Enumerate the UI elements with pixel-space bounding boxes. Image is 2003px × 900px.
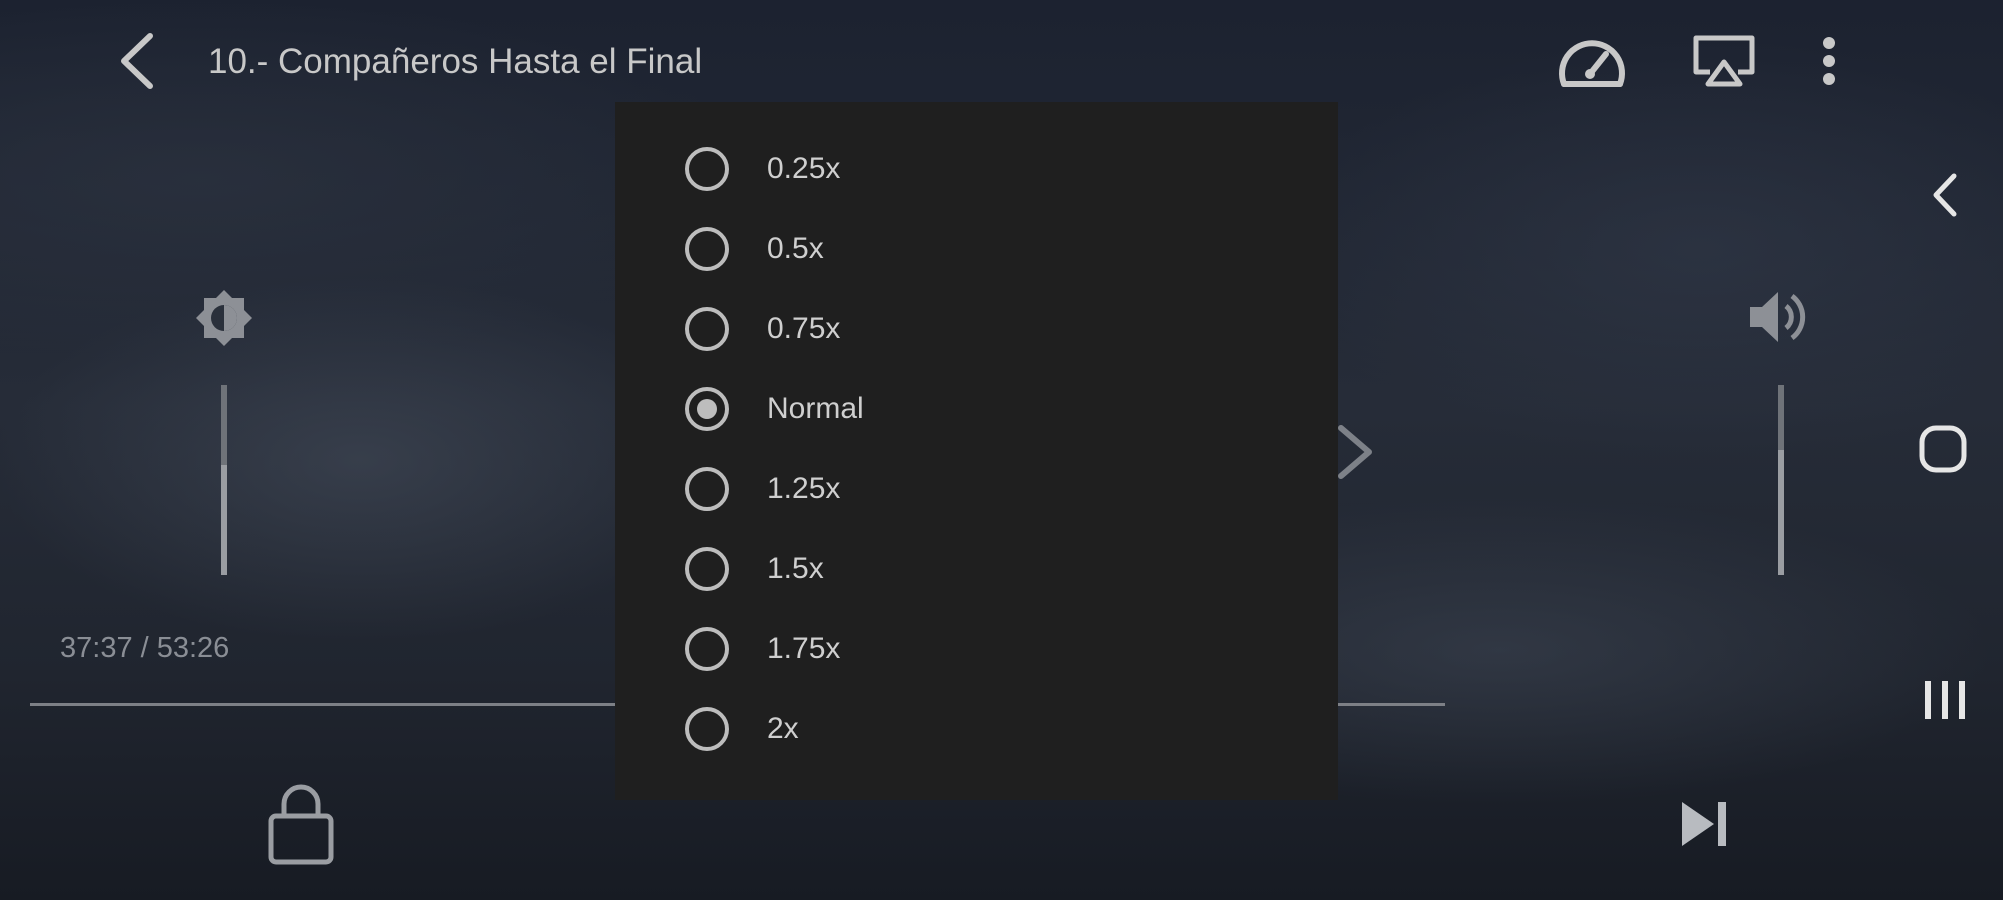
radio-button[interactable] bbox=[685, 547, 729, 591]
video-title: 10.- Compañeros Hasta el Final bbox=[208, 42, 703, 81]
speed-option-label: 0.25x bbox=[767, 152, 841, 185]
speed-option-normal[interactable]: Normal bbox=[685, 374, 1285, 454]
radio-button[interactable] bbox=[685, 707, 729, 751]
speed-option-1.25x[interactable]: 1.25x bbox=[685, 454, 1285, 534]
speed-option-1.5x[interactable]: 1.5x bbox=[685, 534, 1285, 614]
speed-option-2x[interactable]: 2x bbox=[685, 694, 1285, 774]
radio-button[interactable] bbox=[685, 307, 729, 351]
nav-recents-icon[interactable] bbox=[1922, 678, 1968, 722]
playback-time: 37:37 / 53:26 bbox=[60, 632, 230, 664]
next-chevron-icon[interactable] bbox=[1333, 424, 1377, 480]
back-arrow-icon[interactable] bbox=[112, 30, 162, 92]
radio-button[interactable] bbox=[685, 627, 729, 671]
volume-slider[interactable] bbox=[1778, 385, 1784, 575]
speed-option-label: 1.75x bbox=[767, 632, 841, 665]
video-player[interactable]: 10.- Compañeros Hasta el Final 37:37 / 5… bbox=[0, 0, 2003, 900]
radio-button[interactable] bbox=[685, 467, 729, 511]
skip-next-icon[interactable] bbox=[1678, 798, 1730, 850]
radio-button[interactable] bbox=[685, 147, 729, 191]
speed-option-label: 0.75x bbox=[767, 312, 841, 345]
speed-option-0.75x[interactable]: 0.75x bbox=[685, 294, 1285, 374]
more-vertical-icon[interactable] bbox=[1820, 36, 1838, 86]
brightness-slider[interactable] bbox=[221, 385, 227, 575]
playback-speed-icon[interactable] bbox=[1556, 32, 1628, 90]
radio-button[interactable] bbox=[685, 227, 729, 271]
nav-home-icon[interactable] bbox=[1918, 424, 1968, 474]
speed-option-1.75x[interactable]: 1.75x bbox=[685, 614, 1285, 694]
radio-selected-dot bbox=[697, 399, 717, 419]
speed-option-label: 1.5x bbox=[767, 552, 824, 585]
airplay-cast-icon[interactable] bbox=[1692, 34, 1756, 88]
lock-icon[interactable] bbox=[266, 780, 336, 866]
nav-back-icon[interactable] bbox=[1930, 170, 1960, 220]
volume-icon bbox=[1750, 292, 1806, 342]
volume-slider-fill bbox=[1778, 450, 1784, 575]
speed-option-label: Normal bbox=[767, 392, 864, 425]
speed-option-label: 0.5x bbox=[767, 232, 824, 265]
brightness-icon bbox=[196, 290, 252, 346]
playback-speed-menu: 0.25x 0.5x 0.75x Normal 1.25x 1.5x 1.75x bbox=[615, 102, 1338, 800]
speed-option-0.25x[interactable]: 0.25x bbox=[685, 134, 1285, 214]
speed-option-0.5x[interactable]: 0.5x bbox=[685, 214, 1285, 294]
brightness-slider-fill bbox=[221, 465, 227, 575]
radio-button[interactable] bbox=[685, 387, 729, 431]
speed-option-label: 1.25x bbox=[767, 472, 841, 505]
speed-option-label: 2x bbox=[767, 712, 799, 745]
